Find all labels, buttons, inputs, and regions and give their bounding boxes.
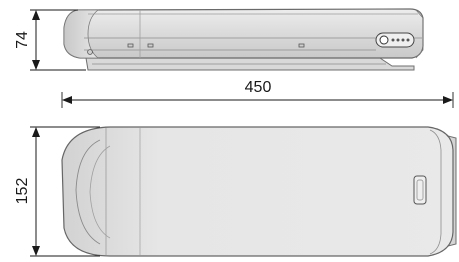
charge-indicator-led-4	[406, 38, 410, 42]
charge-indicator-led-3	[401, 38, 405, 42]
dimension-height-label: 74	[14, 31, 31, 49]
dimension-width-label: 152	[14, 178, 31, 205]
side-view-screw-1	[87, 49, 93, 55]
charge-indicator-led-2	[396, 38, 400, 42]
dimension-length: 450	[61, 79, 454, 108]
side-view	[63, 8, 424, 71]
side-view-screw-2	[127, 43, 134, 48]
charge-indicator-button	[379, 35, 389, 45]
top-view	[61, 126, 457, 257]
battery-technical-drawing: 74 450 152	[14, 8, 457, 257]
dimension-length-label: 450	[245, 79, 272, 96]
charge-indicator-led-1	[391, 38, 395, 42]
top-view-housing	[61, 126, 454, 257]
side-view-screw-3	[147, 43, 154, 48]
side-view-screw-4	[298, 43, 305, 48]
side-view-housing	[63, 8, 424, 59]
